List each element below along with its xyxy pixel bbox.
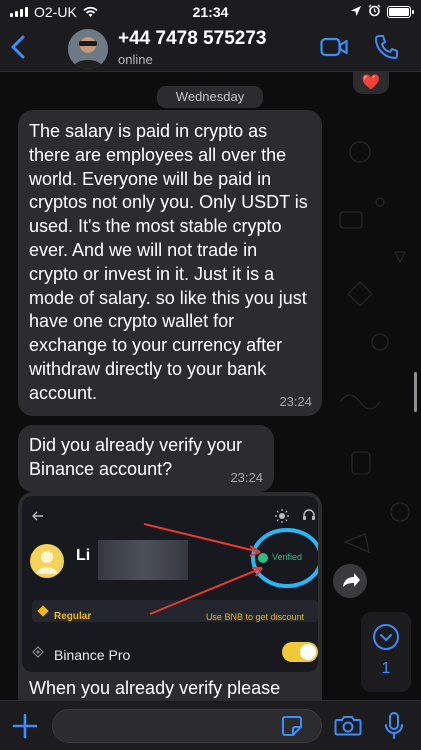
message-text: The salary is paid in crypto as there ar… xyxy=(29,121,308,403)
battery-icon xyxy=(387,6,414,18)
theme-icon xyxy=(275,509,289,523)
tier-row: Regular Use BNB to get discount xyxy=(32,600,318,622)
redacted-block xyxy=(98,540,188,580)
bnb-discount-text: Use BNB to get discount xyxy=(205,612,304,622)
scrollbar[interactable] xyxy=(414,372,417,412)
contact-name[interactable]: +44 7478 575273 xyxy=(118,28,266,50)
microphone-icon[interactable] xyxy=(383,711,405,741)
status-bar: O2-UK 21:34 xyxy=(0,0,421,24)
video-call-icon[interactable] xyxy=(320,36,348,58)
chevron-down-icon xyxy=(373,624,399,650)
scroll-to-bottom-button[interactable]: 1 xyxy=(361,612,411,692)
sticker-icon[interactable] xyxy=(281,715,303,737)
message-bubble[interactable]: The salary is paid in crypto as there ar… xyxy=(18,110,322,416)
presence-status: online xyxy=(118,52,153,67)
chat-area[interactable]: ❤️ Wednesday The salary is paid in crypt… xyxy=(0,72,421,700)
verified-badge: Verified xyxy=(258,548,318,568)
binance-pro-label: Binance Pro xyxy=(54,647,131,663)
image-message-bubble[interactable]: Li Verified Regular Use BNB to get disco… xyxy=(18,492,322,700)
message-time: 23:24 xyxy=(230,469,263,485)
location-icon xyxy=(350,4,362,20)
forward-button[interactable] xyxy=(333,564,367,598)
alarm-icon xyxy=(368,4,381,20)
binance-avatar xyxy=(30,544,64,578)
message-bubble[interactable]: Did you already verify your Binance acco… xyxy=(18,425,274,492)
binance-screenshot[interactable]: Li Verified Regular Use BNB to get disco… xyxy=(22,496,318,672)
plus-icon[interactable] xyxy=(10,711,40,741)
camera-icon[interactable] xyxy=(334,713,362,737)
support-icon xyxy=(303,509,315,520)
message-text: Did you already verify your Binance acco… xyxy=(29,435,243,479)
pro-toggle xyxy=(282,642,318,662)
back-chevron-icon[interactable] xyxy=(8,34,28,60)
check-icon xyxy=(258,553,268,563)
tier-label: Regular xyxy=(54,611,92,622)
contact-avatar[interactable] xyxy=(68,29,108,69)
reaction-badge[interactable]: ❤️ xyxy=(353,72,389,94)
image-caption: When you already verify please xyxy=(29,678,281,698)
status-right xyxy=(350,4,414,20)
message-time: 23:24 xyxy=(279,393,312,409)
share-arrow-icon xyxy=(343,573,360,587)
composer-bar xyxy=(0,700,421,750)
back-arrow-icon xyxy=(32,511,43,521)
binance-logo-icon xyxy=(32,646,44,658)
chat-header: +44 7478 575273 online xyxy=(0,24,421,72)
phone-call-icon[interactable] xyxy=(374,34,398,60)
day-separator: Wednesday xyxy=(157,86,263,108)
binance-user-name: Li xyxy=(76,547,91,564)
diamond-icon xyxy=(37,605,49,617)
unread-count: 1 xyxy=(381,660,391,677)
